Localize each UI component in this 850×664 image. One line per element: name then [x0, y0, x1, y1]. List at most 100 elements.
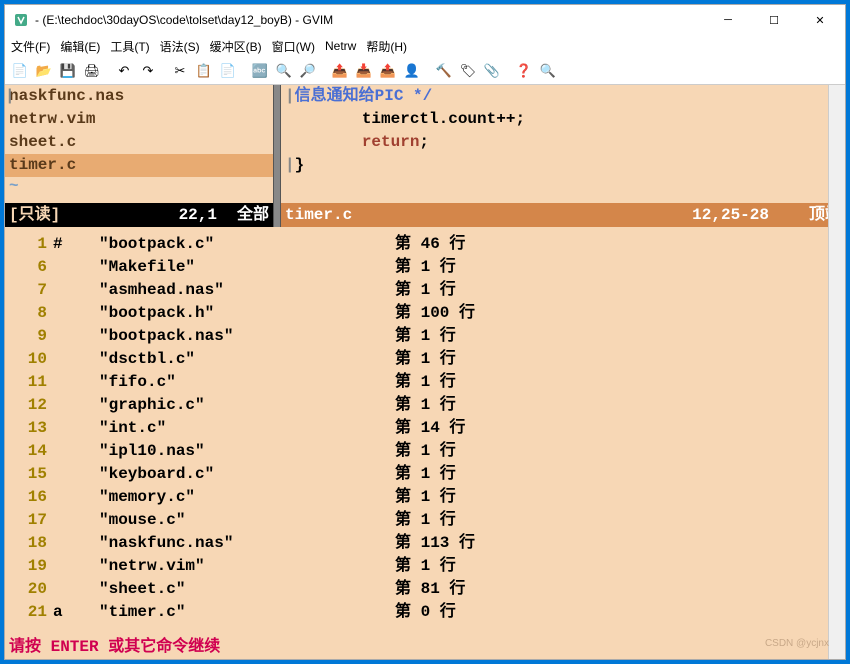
toolbar-button[interactable]: 👤 [401, 60, 423, 82]
command-prompt[interactable]: 请按 ENTER 或其它命令继续 [5, 635, 845, 659]
split-panes: | naskfunc.nasnetrw.vimsheet.ctimer.c ~ … [5, 85, 845, 203]
buffer-row[interactable]: 19"netrw.vim"第 1 行 [5, 555, 845, 578]
toolbar-button[interactable]: 📄 [217, 60, 239, 82]
toolbar-button[interactable]: 🔍 [537, 60, 559, 82]
buffer-number: 17 [9, 509, 53, 532]
toolbar-button[interactable]: 🔨 [433, 60, 455, 82]
buffer-flag [53, 256, 99, 279]
buffer-row[interactable]: 1#"bootpack.c"第 46 行 [5, 233, 845, 256]
toolbar-button[interactable]: 🖨 [81, 60, 103, 82]
toolbar-button[interactable]: 📋 [193, 60, 215, 82]
buffer-line: 第 81 行 [395, 578, 841, 601]
buffer-number: 13 [9, 417, 53, 440]
vertical-scrollbar[interactable] [828, 85, 845, 659]
buffer-row[interactable]: 10"dsctbl.c"第 1 行 [5, 348, 845, 371]
toolbar-button[interactable]: 📤 [329, 60, 351, 82]
buffer-flag [53, 394, 99, 417]
buffer-row[interactable]: 17"mouse.c"第 1 行 [5, 509, 845, 532]
toolbar-button[interactable]: 💾 [57, 60, 79, 82]
file-browser-pane[interactable]: | naskfunc.nasnetrw.vimsheet.ctimer.c ~ [5, 85, 273, 203]
buffer-name: "fifo.c" [99, 371, 395, 394]
buffer-flag [53, 555, 99, 578]
code-pane[interactable]: |信息通知给PIC */ timerctl.count++; return;|} [281, 85, 845, 203]
buffer-name: "bootpack.nas" [99, 325, 395, 348]
toolbar-button[interactable]: ↶ [113, 60, 135, 82]
buffer-row[interactable]: 7"asmhead.nas"第 1 行 [5, 279, 845, 302]
vertical-divider[interactable] [273, 85, 281, 203]
titlebar[interactable]: - (E:\techdoc\30dayOS\code\tolset\day12_… [5, 5, 845, 35]
file-list-item[interactable]: sheet.c [5, 131, 273, 154]
buffer-flag [53, 486, 99, 509]
buffer-row[interactable]: 15"keyboard.c"第 1 行 [5, 463, 845, 486]
buffer-line: 第 1 行 [395, 256, 841, 279]
toolbar-button[interactable]: 🏷 [457, 60, 479, 82]
status-divider [273, 203, 281, 227]
buffer-line: 第 1 行 [395, 463, 841, 486]
buffer-row[interactable]: 9"bootpack.nas"第 1 行 [5, 325, 845, 348]
buffer-number: 14 [9, 440, 53, 463]
buffer-name: "timer.c" [99, 601, 395, 624]
buffer-name: "dsctbl.c" [99, 348, 395, 371]
toolbar-button[interactable]: ❓ [513, 60, 535, 82]
app-window: - (E:\techdoc\30dayOS\code\tolset\day12_… [4, 4, 846, 660]
toolbar-button[interactable]: 🔍 [273, 60, 295, 82]
buffer-flag: # [53, 233, 99, 256]
buffer-row[interactable]: 8"bootpack.h"第 100 行 [5, 302, 845, 325]
toolbar-button[interactable]: 📎 [481, 60, 503, 82]
buffer-line: 第 46 行 [395, 233, 841, 256]
menu-item[interactable]: 帮助(H) [366, 38, 407, 55]
buffer-row[interactable]: 6"Makefile"第 1 行 [5, 256, 845, 279]
buffer-name: "memory.c" [99, 486, 395, 509]
toolbar-button[interactable]: 🔎 [297, 60, 319, 82]
maximize-button[interactable]: ☐ [751, 5, 797, 35]
menu-item[interactable]: 语法(S) [160, 38, 200, 55]
file-list-item[interactable]: timer.c [5, 154, 273, 177]
toolbar-button[interactable]: 📄 [9, 60, 31, 82]
menu-item[interactable]: 编辑(E) [60, 38, 100, 55]
buffer-row[interactable]: 20"sheet.c"第 81 行 [5, 578, 845, 601]
buffer-number: 8 [9, 302, 53, 325]
minimize-button[interactable]: ─ [705, 5, 751, 35]
file-list-item[interactable]: netrw.vim [5, 108, 273, 131]
status-left: [只读] 22,1 全部 [5, 203, 273, 227]
buffer-number: 21 [9, 601, 53, 624]
toolbar-button[interactable]: 📥 [353, 60, 375, 82]
buffer-flag [53, 417, 99, 440]
buffer-line: 第 1 行 [395, 279, 841, 302]
toolbar: 📄📂💾🖨↶↷✂📋📄🔤🔍🔎📤📥📤👤🔨🏷📎❓🔍 [5, 57, 845, 85]
buffer-row[interactable]: 12"graphic.c"第 1 行 [5, 394, 845, 417]
buffer-row[interactable]: 14"ipl10.nas"第 1 行 [5, 440, 845, 463]
buffer-flag [53, 463, 99, 486]
buffer-flag [53, 325, 99, 348]
menu-item[interactable]: 缓冲区(B) [210, 38, 262, 55]
cursor-position-right: 12,25-28 [692, 203, 769, 227]
buffer-name: "int.c" [99, 417, 395, 440]
menu-item[interactable]: 窗口(W) [272, 38, 315, 55]
buffer-name: "bootpack.h" [99, 302, 395, 325]
buffer-row[interactable]: 11"fifo.c"第 1 行 [5, 371, 845, 394]
file-list-item[interactable]: naskfunc.nas [5, 85, 273, 108]
buffer-number: 15 [9, 463, 53, 486]
buffer-row[interactable]: 16"memory.c"第 1 行 [5, 486, 845, 509]
buffer-flag [53, 509, 99, 532]
toolbar-button[interactable]: 🔤 [249, 60, 271, 82]
buffer-row[interactable]: 18"naskfunc.nas"第 113 行 [5, 532, 845, 555]
close-button[interactable]: ✕ [797, 5, 843, 35]
buffer-number: 16 [9, 486, 53, 509]
buffer-row[interactable]: 21a"timer.c"第 0 行 [5, 601, 845, 624]
menu-item[interactable]: 工具(T) [110, 38, 149, 55]
buffer-number: 19 [9, 555, 53, 578]
buffer-flag [53, 371, 99, 394]
status-right: timer.c 12,25-28 顶端 [281, 203, 845, 227]
scroll-percent-left: 全部 [237, 203, 269, 227]
menu-item[interactable]: 文件(F) [11, 38, 50, 55]
toolbar-button[interactable]: ↷ [137, 60, 159, 82]
menu-item[interactable]: Netrw [325, 39, 356, 53]
toolbar-button[interactable]: 📂 [33, 60, 55, 82]
buffer-line: 第 1 行 [395, 394, 841, 417]
buffer-list[interactable]: 1#"bootpack.c"第 46 行6"Makefile"第 1 行7"as… [5, 227, 845, 635]
toolbar-button[interactable]: ✂ [169, 60, 191, 82]
toolbar-button[interactable]: 📤 [377, 60, 399, 82]
window-title: - (E:\techdoc\30dayOS\code\tolset\day12_… [35, 13, 705, 27]
buffer-row[interactable]: 13"int.c"第 14 行 [5, 417, 845, 440]
